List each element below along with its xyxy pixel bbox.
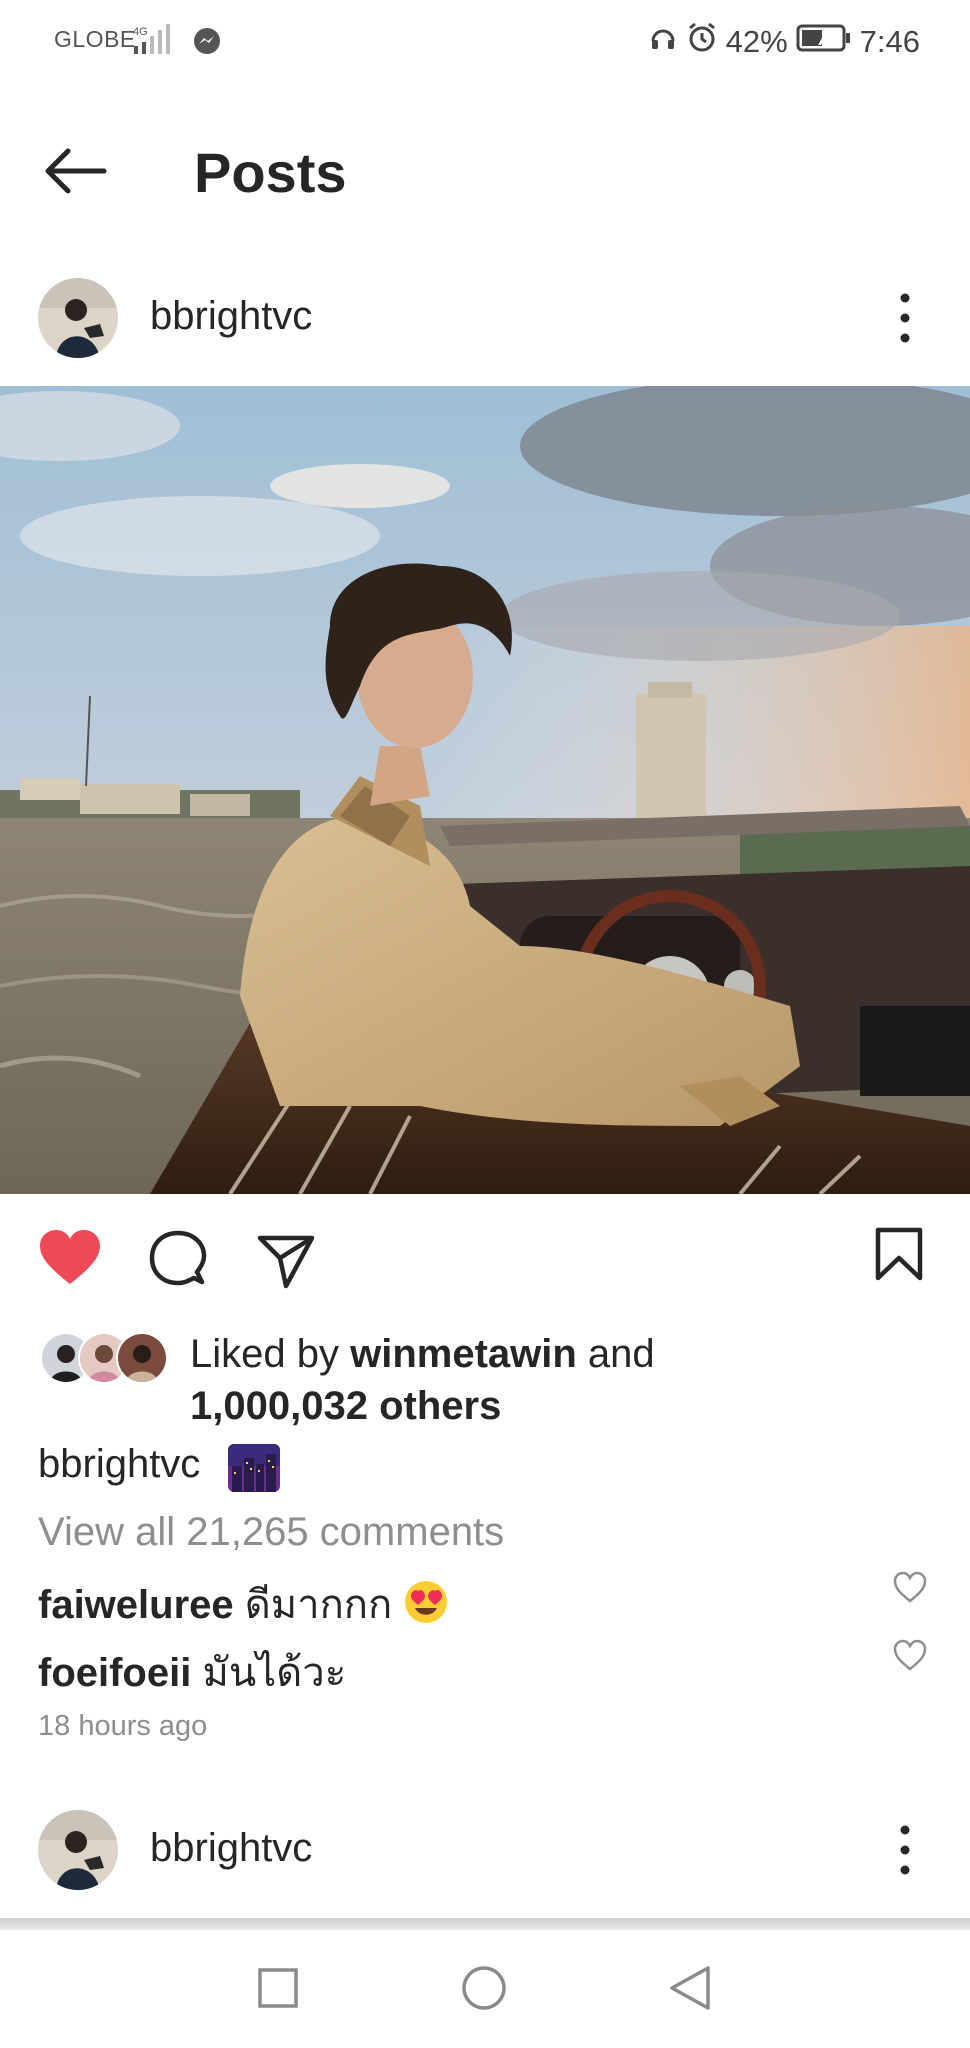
avatar[interactable]	[38, 278, 118, 358]
liked-by-avatars[interactable]	[40, 1332, 170, 1384]
headphones-icon	[648, 23, 678, 61]
battery-icon	[796, 23, 852, 61]
comment-like-heart-icon[interactable]	[892, 1570, 928, 1604]
comment-icon[interactable]	[148, 1230, 208, 1295]
liked-by-and: and	[576, 1332, 655, 1376]
more-vertical-icon[interactable]	[890, 288, 920, 348]
next-post-image-edge	[0, 1918, 970, 1930]
circle-nav-icon[interactable]	[460, 1964, 508, 2017]
heart-eyes-emoji-icon	[403, 1579, 449, 1635]
comment-text: ดีมากกก	[244, 1583, 393, 1627]
avatar[interactable]	[38, 1810, 118, 1890]
avatar	[116, 1332, 168, 1384]
liked-by-user[interactable]: winmetawin	[350, 1332, 577, 1376]
heart-icon[interactable]	[38, 1228, 102, 1291]
system-nav-bar	[0, 1930, 970, 2048]
back-arrow-icon[interactable]	[42, 146, 108, 196]
triangle-back-nav-icon[interactable]	[668, 1964, 712, 2017]
liked-by-prefix: Liked by	[190, 1332, 351, 1376]
cityscape-emoji-icon	[228, 1444, 280, 1492]
view-all-comments-link[interactable]: View all 21,265 comments	[38, 1510, 504, 1555]
battery-percent: 42%	[725, 24, 788, 59]
clock-time: 7:46	[859, 24, 920, 59]
signal-icon: 4G	[132, 22, 184, 63]
caption-username[interactable]: bbrightvc	[38, 1442, 200, 1487]
bookmark-icon[interactable]	[874, 1226, 924, 1287]
alarm-icon	[686, 22, 718, 62]
post-timestamp: 18 hours ago	[38, 1710, 208, 1742]
network-type: 4G	[133, 26, 148, 38]
post-username[interactable]: bbrightvc	[150, 294, 312, 339]
comment-username[interactable]: faiweluree	[38, 1583, 234, 1627]
post-image[interactable]	[0, 386, 970, 1194]
comment-username[interactable]: foeifoeii	[38, 1651, 191, 1695]
carrier-label: GLOBE	[54, 26, 136, 52]
comment-item: foeifoeii มันได้วะ	[38, 1640, 346, 1704]
comment-like-heart-icon[interactable]	[892, 1638, 928, 1672]
messenger-icon	[192, 26, 222, 61]
status-right: 42% 7:46	[648, 22, 920, 62]
more-vertical-icon[interactable]	[890, 1820, 920, 1880]
comment-item: faiweluree ดีมากกก	[38, 1572, 449, 1636]
page-title: Posts	[194, 141, 347, 204]
comment-text: มันได้วะ	[202, 1651, 347, 1695]
likes-summary[interactable]: Liked by winmetawin and 1,000,032 others	[190, 1328, 655, 1432]
status-bar: GLOBE 4G 42% 7:46	[0, 0, 970, 84]
share-icon[interactable]	[256, 1234, 316, 1295]
square-nav-icon[interactable]	[256, 1966, 300, 2015]
next-post-username[interactable]: bbrightvc	[150, 1826, 312, 1871]
likes-count[interactable]: 1,000,032 others	[190, 1384, 501, 1428]
